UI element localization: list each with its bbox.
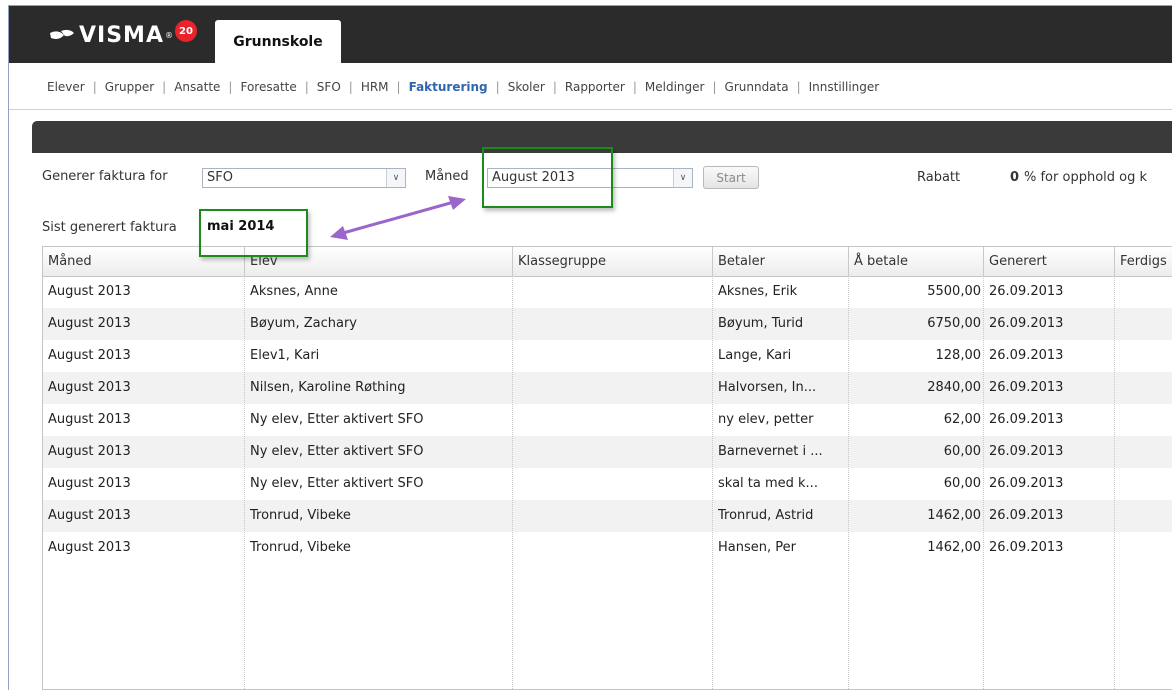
annotation-arrow <box>330 196 466 240</box>
